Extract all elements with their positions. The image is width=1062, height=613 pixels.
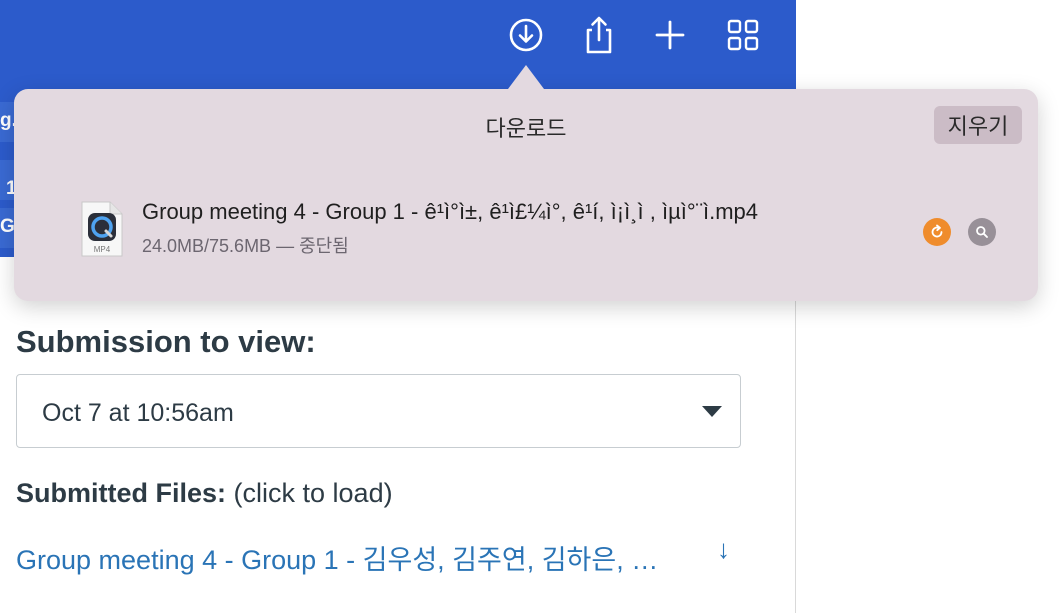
magnifier-icon: [976, 226, 988, 238]
plus-icon[interactable]: [647, 12, 693, 58]
submitted-files-hint: (click to load): [233, 478, 393, 508]
clear-downloads-button[interactable]: 지우기: [934, 106, 1022, 144]
share-icon[interactable]: [576, 12, 622, 58]
submission-select[interactable]: Oct 7 at 10:56am: [16, 374, 741, 448]
download-file-name: Group meeting 4 - Group 1 - ê¹ì°ì±, ê¹ì£…: [142, 199, 759, 224]
mp4-file-icon: MP4: [78, 200, 126, 258]
submission-label: Submission to view:: [16, 324, 316, 359]
download-status: 24.0MB/75.6MB — 중단됨: [142, 236, 349, 256]
submitted-files-label: Submitted Files:: [16, 478, 227, 508]
refresh-icon: [931, 224, 943, 238]
download-icon[interactable]: [503, 12, 549, 58]
reveal-in-finder-button[interactable]: [968, 218, 996, 246]
downloads-title: 다운로드: [485, 116, 567, 141]
browser-toolbar: [0, 0, 796, 92]
popover-caret: [508, 65, 544, 89]
submission-selected-value: Oct 7 at 10:56am: [42, 399, 234, 427]
submitted-files-heading: Submitted Files: (click to load): [16, 478, 393, 509]
chevron-down-icon: [702, 406, 722, 417]
submitted-file-link[interactable]: Group meeting 4 - Group 1 - 김우성, 김주연, 김하…: [16, 538, 658, 577]
resume-download-button[interactable]: [923, 218, 951, 246]
tab-overview-icon[interactable]: [720, 12, 766, 58]
download-arrow-icon[interactable]: ↓: [717, 534, 730, 565]
downloads-popover: 다운로드 지우기 MP4 Group meeting 4 - Group 1 -…: [14, 65, 1038, 301]
file-type-label: MP4: [93, 245, 111, 254]
